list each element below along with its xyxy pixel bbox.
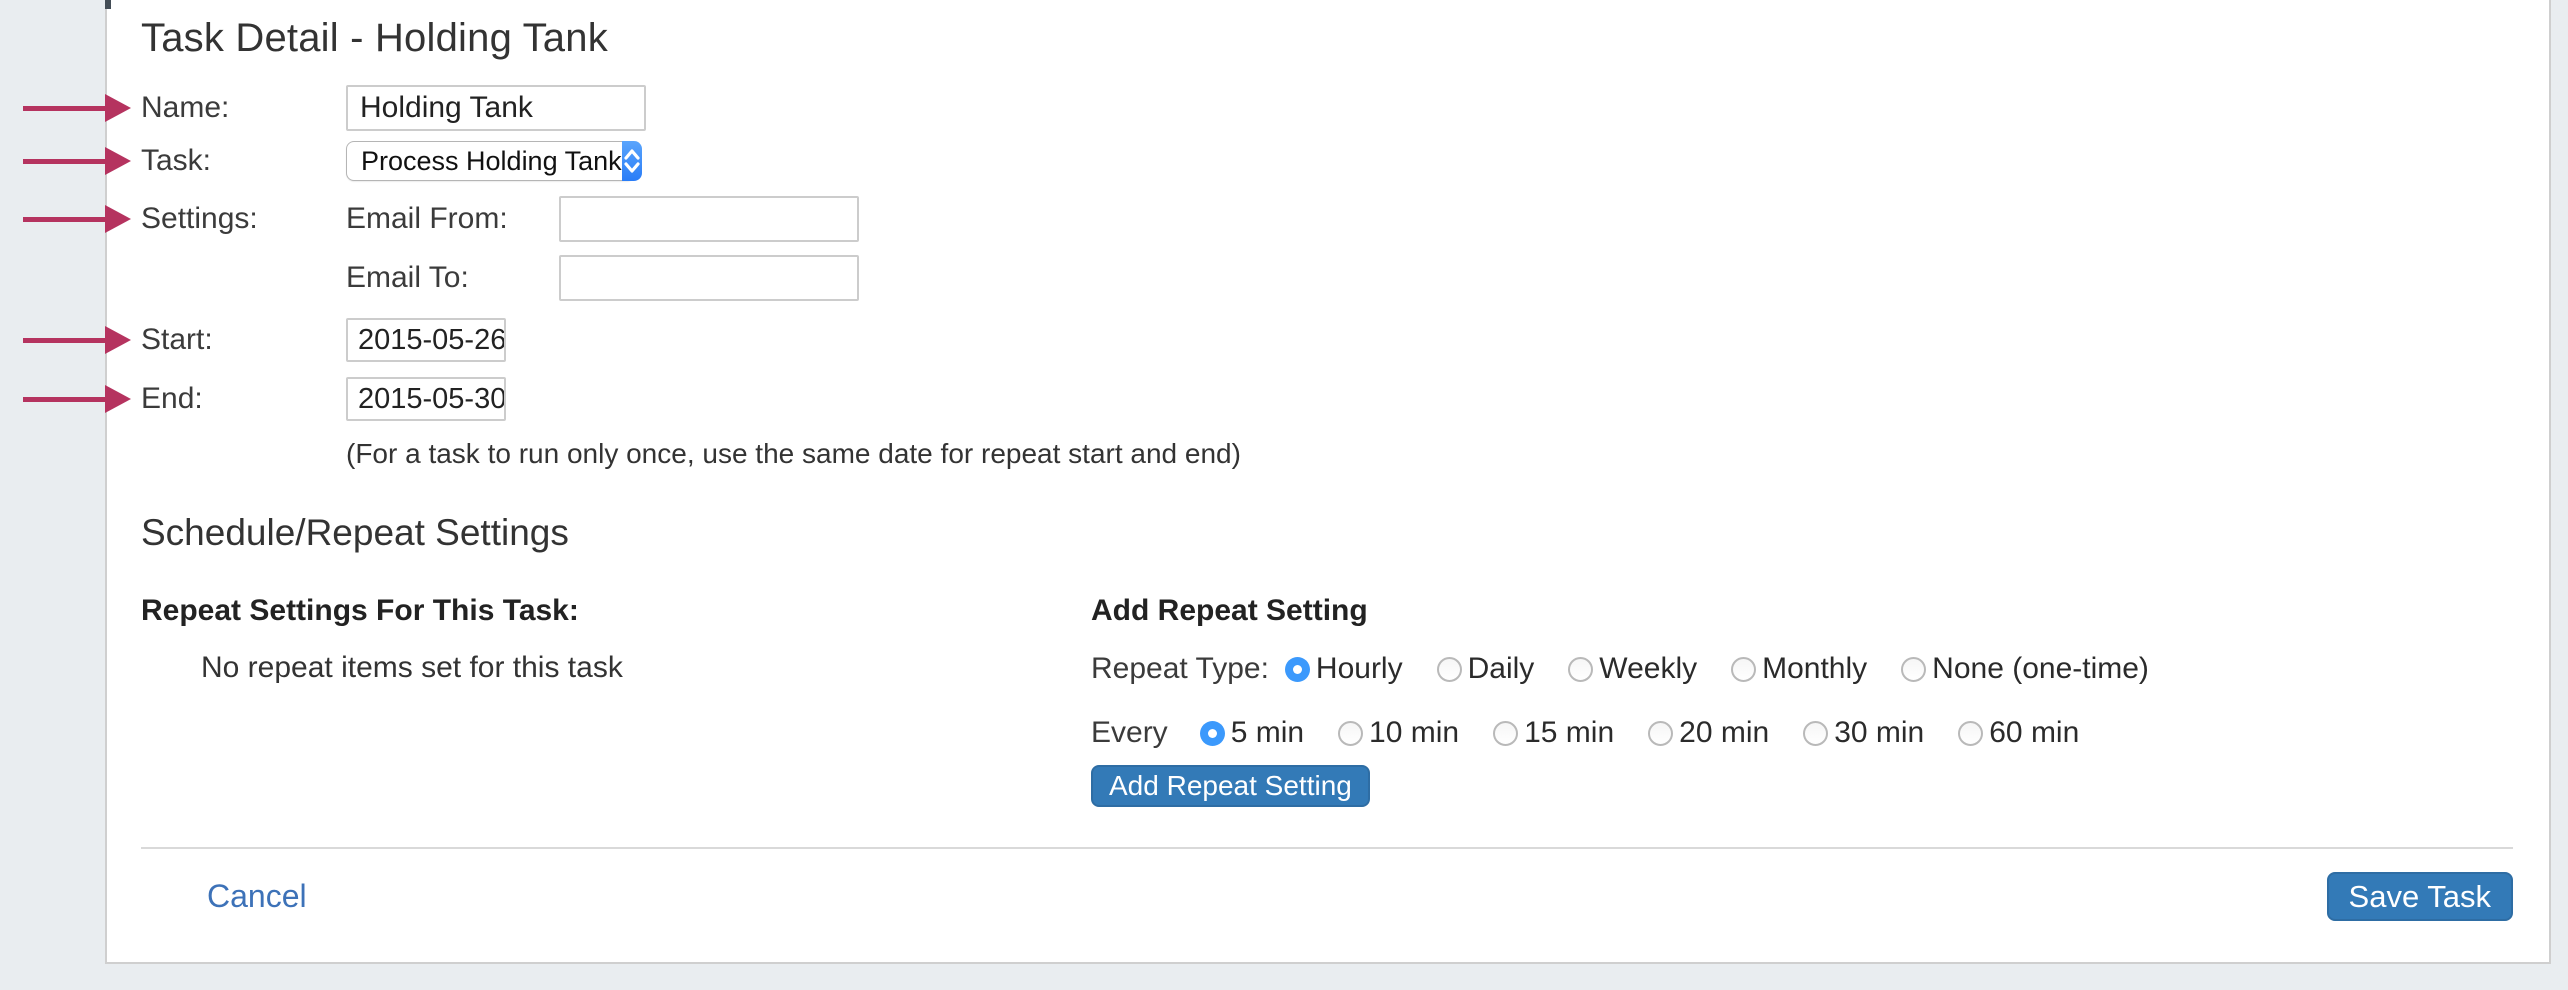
task-select-value: Process Holding Tank: [347, 146, 622, 177]
start-row: Start:: [141, 318, 2513, 362]
radio-label: 15 min: [1524, 716, 1614, 750]
radio-label: Monthly: [1762, 652, 1867, 686]
footer-bar: Cancel Save Task: [141, 872, 2513, 921]
radio-label: Hourly: [1316, 652, 1403, 686]
email-to-row: Email To:: [346, 255, 859, 301]
settings-label: Settings:: [141, 196, 346, 242]
radio-label: 10 min: [1369, 716, 1459, 750]
footer-divider: [141, 847, 2513, 849]
radio-label: 30 min: [1834, 716, 1924, 750]
existing-repeats-column: Repeat Settings For This Task: No repeat…: [141, 595, 1091, 807]
end-row: End:: [141, 377, 2513, 421]
cancel-link[interactable]: Cancel: [207, 878, 307, 915]
add-repeat-column: Add Repeat Setting Repeat Type: Hourly D…: [1091, 595, 2513, 807]
email-from-label: Email From:: [346, 202, 559, 236]
email-to-label: Email To:: [346, 261, 559, 295]
radio-option-hourly[interactable]: Hourly: [1285, 652, 1403, 686]
repeat-type-label: Repeat Type:: [1091, 652, 1269, 686]
task-detail-panel: Task Detail - Holding Tank Name: Task: P…: [105, 0, 2551, 964]
end-date-input[interactable]: [346, 377, 506, 421]
settings-row: Settings: Email From: Email To:: [141, 196, 2513, 301]
task-row: Task: Process Holding Tank: [141, 141, 2513, 181]
radio-option-10-min[interactable]: 10 min: [1338, 716, 1459, 750]
radio-option-15-min[interactable]: 15 min: [1493, 716, 1614, 750]
up-down-chevrons-icon: [622, 141, 642, 181]
task-label: Task:: [141, 144, 346, 178]
radio-option-weekly[interactable]: Weekly: [1568, 652, 1697, 686]
save-task-button[interactable]: Save Task: [2327, 872, 2513, 921]
settings-subrows: Email From: Email To:: [346, 196, 859, 301]
radio-option-none-one-time[interactable]: None (one-time): [1901, 652, 2149, 686]
repeat-type-group: Repeat Type: Hourly Daily Weekly: [1091, 651, 2513, 687]
schedule-section-heading: Schedule/Repeat Settings: [141, 511, 2513, 555]
existing-repeats-heading: Repeat Settings For This Task:: [141, 595, 1091, 627]
name-label: Name:: [141, 91, 346, 125]
page-background: Task Detail - Holding Tank Name: Task: P…: [0, 0, 2568, 990]
radio-option-20-min[interactable]: 20 min: [1648, 716, 1769, 750]
radio-label: Daily: [1468, 652, 1535, 686]
task-form: Name: Task: Process Holding Tank Settin: [141, 85, 2513, 469]
radio-option-daily[interactable]: Daily: [1437, 652, 1535, 686]
radio-icon: [1200, 721, 1225, 746]
every-label: Every: [1091, 716, 1168, 750]
every-interval-group: Every 5 min 10 min 15 min: [1091, 715, 2513, 751]
name-row: Name:: [141, 85, 2513, 131]
radio-icon: [1285, 657, 1310, 682]
radio-label: None (one-time): [1932, 652, 2149, 686]
start-label: Start:: [141, 323, 346, 357]
radio-label: 5 min: [1231, 716, 1304, 750]
radio-icon: [1731, 657, 1756, 682]
radio-label: Weekly: [1599, 652, 1697, 686]
radio-icon: [1901, 657, 1926, 682]
email-to-input[interactable]: [559, 255, 859, 301]
radio-icon: [1493, 721, 1518, 746]
radio-label: 20 min: [1679, 716, 1769, 750]
radio-icon: [1803, 721, 1828, 746]
no-repeats-message: No repeat items set for this task: [201, 653, 1091, 683]
task-select[interactable]: Process Holding Tank: [346, 141, 635, 181]
end-label: End:: [141, 382, 346, 416]
schedule-columns: Repeat Settings For This Task: No repeat…: [141, 595, 2513, 807]
page-title: Task Detail - Holding Tank: [141, 14, 2513, 62]
add-repeat-setting-button[interactable]: Add Repeat Setting: [1091, 765, 1370, 807]
radio-icon: [1437, 657, 1462, 682]
date-help-note: (For a task to run only once, use the sa…: [346, 439, 2513, 469]
email-from-row: Email From:: [346, 196, 859, 242]
radio-icon: [1568, 657, 1593, 682]
radio-option-30-min[interactable]: 30 min: [1803, 716, 1924, 750]
start-date-input[interactable]: [346, 318, 506, 362]
add-repeat-heading: Add Repeat Setting: [1091, 595, 2513, 627]
radio-option-5-min[interactable]: 5 min: [1200, 716, 1304, 750]
radio-icon: [1338, 721, 1363, 746]
email-from-input[interactable]: [559, 196, 859, 242]
radio-option-60-min[interactable]: 60 min: [1958, 716, 2079, 750]
radio-icon: [1958, 721, 1983, 746]
panel-top-border-mark: [105, 0, 111, 9]
radio-icon: [1648, 721, 1673, 746]
radio-option-monthly[interactable]: Monthly: [1731, 652, 1867, 686]
name-input[interactable]: [346, 85, 646, 131]
radio-label: 60 min: [1989, 716, 2079, 750]
